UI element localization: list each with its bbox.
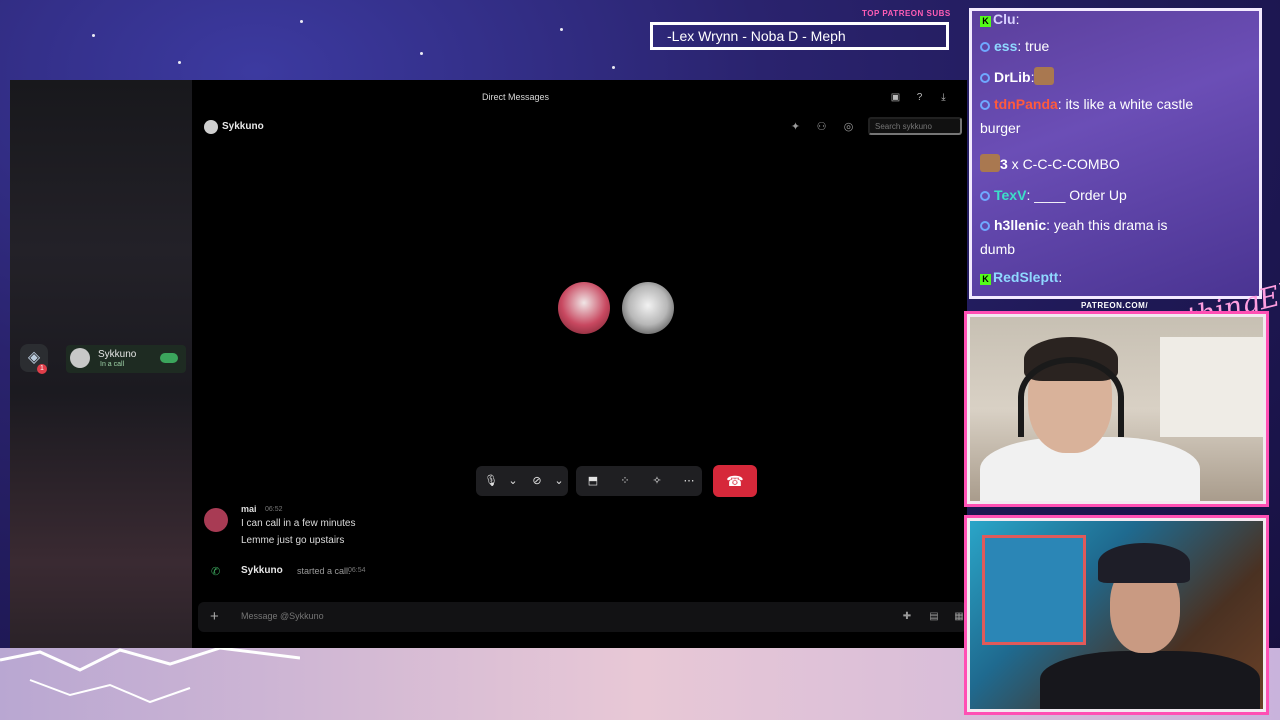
avatar: [204, 120, 218, 134]
page-title: Direct Messages: [482, 92, 550, 102]
chevron-down-icon[interactable]: ⌄: [552, 474, 566, 488]
star: [178, 61, 181, 64]
chat-message: h3llenic: yeah this drama is: [980, 217, 1168, 233]
star: [560, 28, 563, 31]
background-shelf: [982, 535, 1086, 645]
kick-badge-icon: K: [980, 16, 991, 27]
top-patreon-label: TOP PATREON SUBS: [862, 9, 951, 18]
screen-share-icon[interactable]: ⬒: [586, 474, 600, 488]
microphone-icon[interactable]: 🎙: [484, 474, 498, 488]
stream-chat: K Clu: ess: true DrLib: tdnPanda: its lik…: [969, 8, 1262, 299]
chevron-down-icon[interactable]: ⌄: [506, 474, 520, 488]
gif-icon[interactable]: ▤: [928, 611, 940, 623]
profile-icon[interactable]: ◎: [842, 121, 855, 134]
chat-message: tdnPanda: its like a white castle: [980, 96, 1193, 112]
call-pill-name: Sykkuno: [98, 349, 137, 360]
emote-icon: [1034, 67, 1055, 85]
chat-message-continuation: dumb: [980, 241, 1016, 257]
webcam-feed-2: [967, 518, 1266, 712]
message-timestamp: 06:52: [265, 506, 283, 513]
twitch-badge-icon: [980, 100, 990, 110]
phone-icon: ✆: [211, 566, 221, 578]
avatar: [70, 348, 90, 368]
patreon-url-label: PATREON.COM/: [1081, 301, 1149, 310]
chat-message: TexV: ____ Order Up: [980, 187, 1127, 203]
chat-combo: 3 x C-C-C-COMBO: [980, 154, 1120, 172]
decorative-crack: [0, 646, 300, 704]
search-input[interactable]: [868, 117, 962, 135]
gift-icon[interactable]: ✚: [901, 611, 913, 623]
activities-icon[interactable]: ⁘: [618, 474, 632, 488]
add-attachment-icon[interactable]: +: [210, 608, 219, 625]
twitch-badge-icon: [980, 221, 990, 231]
background-shelf: [1160, 337, 1263, 437]
star: [92, 34, 95, 37]
help-icon[interactable]: ?: [914, 92, 925, 103]
headset-icon: [1018, 357, 1124, 437]
pin-icon[interactable]: ✦: [789, 121, 802, 134]
more-options-icon[interactable]: ⋯: [682, 474, 696, 488]
chat-message: DrLib:: [980, 67, 1055, 85]
cap-icon: [1098, 543, 1190, 583]
star: [420, 52, 423, 55]
system-message-text: started a call.: [297, 566, 351, 576]
message-author[interactable]: mai: [241, 504, 257, 514]
discord-window: ◈ 1 Sykkuno In a call Direct Messages ▣ …: [10, 80, 967, 648]
chat-message: ess: true: [980, 38, 1049, 54]
star: [612, 66, 615, 69]
top-patreon-names: -Lex Wrynn - Noba D - Meph: [650, 22, 949, 50]
system-message-name[interactable]: Sykkuno: [241, 565, 283, 576]
camera-off-icon[interactable]: ⊘: [530, 474, 544, 488]
chat-message: K RedSleptt:: [980, 269, 1062, 285]
message-input[interactable]: [241, 611, 541, 621]
notification-badge: 1: [37, 364, 47, 374]
call-pill-status: In a call: [100, 361, 125, 368]
kick-badge-icon: K: [980, 274, 991, 285]
call-participant-avatar[interactable]: [558, 282, 610, 334]
emote-icon: [980, 154, 1000, 172]
streamer-body: [1040, 651, 1260, 709]
twitch-badge-icon: [980, 191, 990, 201]
hang-up-button[interactable]: ☎: [713, 465, 757, 497]
avatar[interactable]: [204, 508, 228, 532]
webcam-feed-1: [967, 314, 1266, 504]
channel-name: Sykkuno: [222, 121, 264, 132]
star: [300, 20, 303, 23]
sticker-icon[interactable]: ▦: [953, 611, 965, 623]
soundboard-icon[interactable]: ✧: [650, 474, 664, 488]
add-friends-icon[interactable]: ⚇: [815, 121, 828, 134]
chat-message: K Clu:: [980, 11, 1019, 27]
message-line: Lemme just go upstairs: [241, 535, 345, 546]
message-line: I can call in a few minutes: [241, 518, 356, 529]
chat-message-continuation: burger: [980, 120, 1021, 136]
download-icon[interactable]: ⤓: [938, 92, 949, 103]
voice-connected-icon: [160, 353, 178, 363]
call-participant-avatar[interactable]: [622, 282, 674, 334]
system-message-time: 06:54: [348, 567, 366, 574]
twitch-badge-icon: [980, 73, 990, 83]
inbox-icon[interactable]: ▣: [890, 92, 901, 103]
twitch-badge-icon: [980, 42, 990, 52]
